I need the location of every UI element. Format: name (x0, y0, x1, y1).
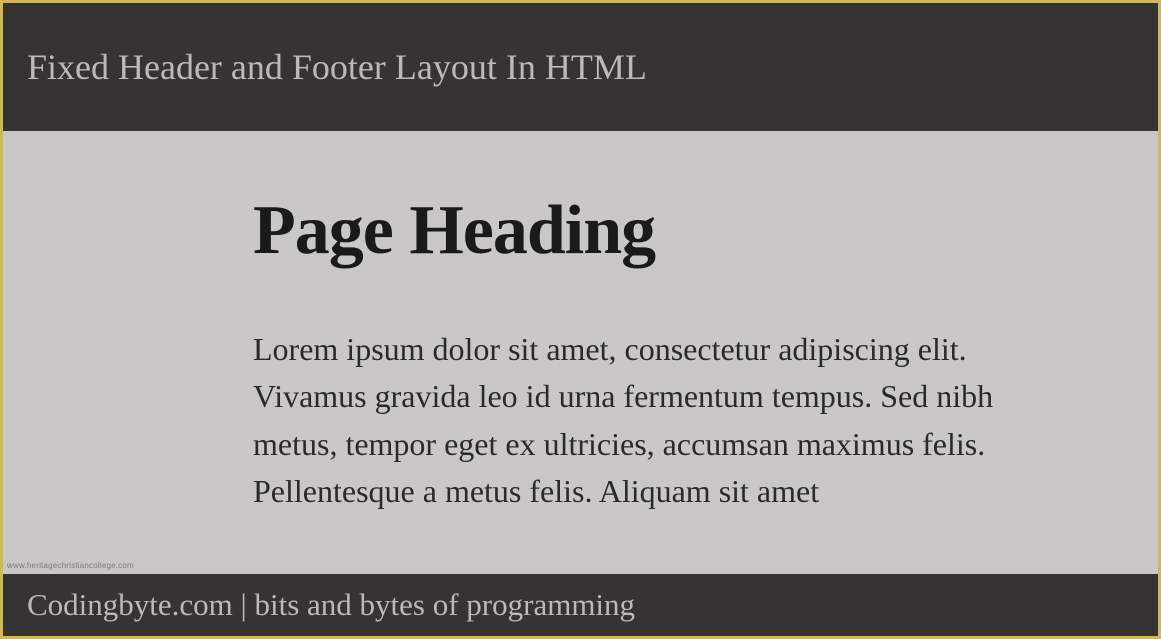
body-paragraph: Lorem ipsum dolor sit amet, consectetur … (253, 326, 1028, 515)
content-area: Page Heading Lorem ipsum dolor sit amet,… (3, 131, 1158, 574)
footer-text: Codingbyte.com | bits and bytes of progr… (27, 587, 635, 623)
watermark-text: www.heritagechristiancollege.com (7, 561, 134, 570)
fixed-footer: Codingbyte.com | bits and bytes of progr… (3, 574, 1158, 636)
fixed-header: Fixed Header and Footer Layout In HTML (3, 3, 1158, 131)
header-title: Fixed Header and Footer Layout In HTML (27, 46, 647, 88)
page-frame: Fixed Header and Footer Layout In HTML P… (0, 0, 1161, 639)
page-heading: Page Heading (253, 191, 1028, 271)
